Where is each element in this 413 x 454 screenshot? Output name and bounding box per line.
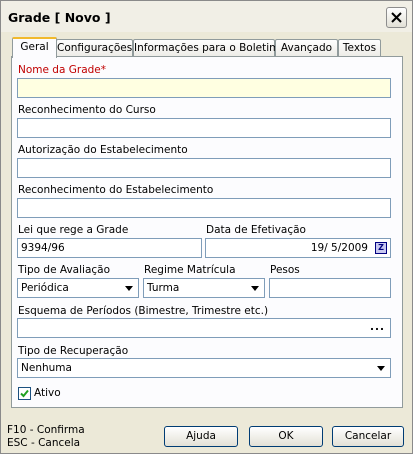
dialog-window: Grade [ Novo ] Geral Configurações Infor… xyxy=(0,0,413,454)
reconhecimento-estab-input[interactable] xyxy=(17,198,391,218)
cancel-button[interactable]: Cancelar xyxy=(332,426,404,447)
tipo-avaliacao-label: Tipo de Avaliação xyxy=(18,264,111,276)
reconhecimento-estab-label: Reconhecimento do Estabelecimento xyxy=(18,184,214,196)
title-bar: Grade [ Novo ] xyxy=(1,1,412,32)
tab-avancado[interactable]: Avançado xyxy=(275,39,338,57)
data-efetivacao-value: 19/ 5/2009 xyxy=(310,242,368,254)
lei-label: Lei que rege a Grade xyxy=(18,224,129,236)
nome-grade-input[interactable] xyxy=(17,78,391,98)
help-button[interactable]: Ajuda xyxy=(164,426,238,447)
ok-button[interactable]: OK xyxy=(249,426,323,447)
hint-cancel: ESC - Cancela xyxy=(7,437,81,449)
close-icon xyxy=(391,12,402,23)
tipo-avaliacao-value: Periódica xyxy=(21,282,69,294)
regime-matricula-label: Regime Matrícula xyxy=(144,264,236,276)
tipo-recuperacao-value: Nenhuma xyxy=(21,362,72,374)
chevron-down-icon xyxy=(125,286,133,291)
reconhecimento-curso-input[interactable] xyxy=(17,118,391,138)
calendar-icon[interactable]: Z xyxy=(375,242,387,254)
regime-matricula-select[interactable]: Turma xyxy=(143,278,265,298)
tipo-avaliacao-select[interactable]: Periódica xyxy=(17,278,139,298)
hint-confirm: F10 - Confirma xyxy=(7,424,85,436)
autorizacao-label: Autorização do Estabelecimento xyxy=(18,144,188,156)
tab-strip: Geral Configurações Informações para o B… xyxy=(12,37,392,58)
pesos-input[interactable] xyxy=(269,278,391,298)
chevron-down-icon xyxy=(251,286,259,291)
tab-textos[interactable]: Textos xyxy=(338,39,381,57)
ellipsis-button[interactable]: ... xyxy=(370,320,385,334)
tipo-recuperacao-label: Tipo de Recuperação xyxy=(18,345,129,357)
close-button[interactable] xyxy=(386,7,407,28)
tab-informacoes-boletim[interactable]: Informações para o Boletim xyxy=(133,39,279,57)
tipo-recuperacao-select[interactable]: Nenhuma xyxy=(17,358,391,378)
regime-matricula-value: Turma xyxy=(147,282,180,294)
autorizacao-input[interactable] xyxy=(17,158,391,178)
lei-input[interactable]: 9394/96 xyxy=(17,238,202,258)
data-efetivacao-label: Data de Efetivação xyxy=(206,224,306,236)
tab-geral[interactable]: Geral xyxy=(12,37,57,58)
pesos-label: Pesos xyxy=(270,264,300,276)
ativo-label: Ativo xyxy=(34,387,61,399)
reconhecimento-curso-label: Reconhecimento do Curso xyxy=(18,104,156,116)
status-hints: F10 - Confirma ESC - Cancela xyxy=(7,424,85,450)
esquema-periodos-field[interactable]: ... xyxy=(17,318,391,338)
chevron-down-icon xyxy=(377,366,385,371)
checkmark-icon xyxy=(20,389,29,398)
esquema-periodos-label: Esquema de Períodos (Bimestre, Trimestre… xyxy=(18,305,269,317)
data-efetivacao-field[interactable]: 19/ 5/2009 Z xyxy=(205,238,391,258)
ativo-checkbox[interactable] xyxy=(18,387,31,400)
nome-grade-label: Nome da Grade* xyxy=(18,64,107,76)
tab-configuracoes[interactable]: Configurações xyxy=(56,39,133,57)
window-title: Grade [ Novo ] xyxy=(8,10,111,25)
